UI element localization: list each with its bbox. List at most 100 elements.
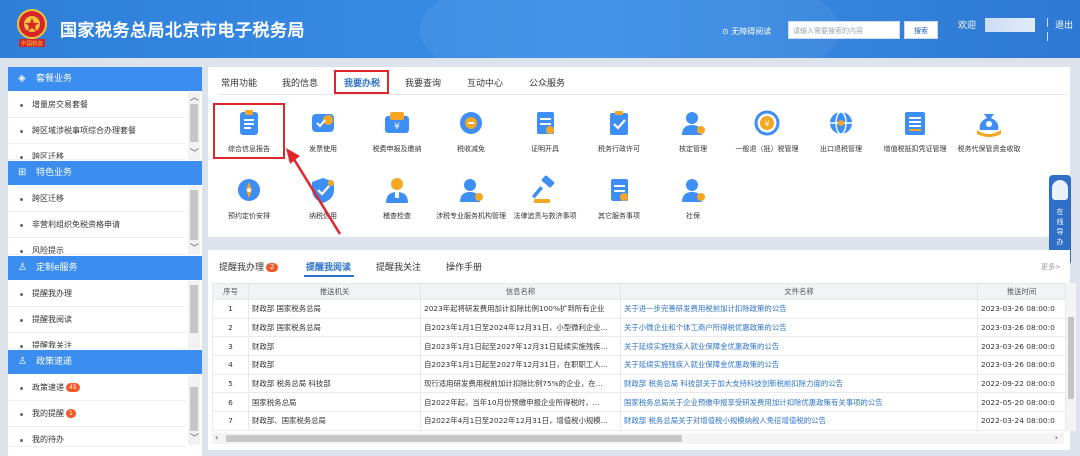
table-row[interactable]: 1 财政部 国家税务总局 2023年起将研发费用加计扣除比例100%扩到所有企业 关于…: [212, 299, 1066, 319]
sidebar-item[interactable]: 增量房交易套餐: [8, 92, 186, 118]
sidebar-item[interactable]: 跨区迁移: [8, 144, 186, 160]
func-other-services[interactable]: 其它服务事项: [582, 175, 656, 221]
sidebar-scrollbar[interactable]: ﹀: [188, 375, 200, 445]
header-separator: |: [1046, 18, 1050, 28]
cell-file-link[interactable]: 关于进一步完善研发费用税前加计扣除政策的公告: [620, 299, 978, 319]
sidebar-item[interactable]: 非营利组织免税资格申请: [8, 212, 186, 238]
sidebar-item[interactable]: 跨区域涉税事项综合办理套餐: [8, 118, 186, 144]
sidebar-section-title: 定制e服务: [36, 263, 78, 273]
invoice-icon: [905, 112, 925, 135]
sidebar-section-package[interactable]: ◈ 套餐业务: [8, 67, 202, 91]
scroll-down-icon[interactable]: ﹀: [190, 245, 199, 254]
tab-manual[interactable]: 操作手册: [446, 260, 482, 273]
func-pricing-arrangement[interactable]: 预约定价安排: [212, 175, 286, 221]
tab-public-service[interactable]: 公众服务: [529, 76, 565, 89]
logout-link[interactable]: 退出: [1055, 18, 1073, 31]
scroll-thumb[interactable]: [190, 285, 198, 333]
online-guide-label: 在线导办: [1056, 208, 1064, 246]
scroll-down-icon[interactable]: ﹀: [190, 150, 199, 159]
func-vat-deduction[interactable]: 增值税抵扣凭证管理: [878, 108, 952, 154]
tab-query[interactable]: 我要查询: [405, 76, 441, 89]
func-tax-declaration[interactable]: ¥ 税费申报及缴纳: [360, 108, 434, 154]
scroll-thumb[interactable]: [190, 104, 198, 142]
func-assessment[interactable]: 核定管理: [656, 108, 730, 154]
scroll-up-icon[interactable]: ︿: [190, 94, 199, 103]
sidebar-scrollbar[interactable]: ﹀: [188, 186, 200, 255]
col-header: 信息名称: [420, 283, 621, 300]
func-tax-reduction[interactable]: 税收减免: [434, 108, 508, 154]
more-link[interactable]: 更多>: [1041, 262, 1061, 272]
table-row[interactable]: 2 财政部 国家税务总局 自2023年1月1日至2024年12月31日，小型微利企业…: [212, 317, 1066, 338]
func-refund[interactable]: ¥ 一般退（抵）税管理: [730, 108, 804, 154]
sidebar-item[interactable]: 我的提醒 1: [8, 401, 186, 427]
table-row[interactable]: 6 国家税务总局 自2022年起，当年10月份预缴申报企业所得税时，... 国家税务总…: [212, 392, 1066, 413]
sidebar-item[interactable]: 风险提示: [8, 238, 186, 255]
sidebar-section-custom[interactable]: ♙ 定制e服务: [8, 256, 202, 280]
sidebar-item[interactable]: 我的待办: [8, 427, 186, 447]
cell-info: 现行适用研发费用税前加计扣除比例75%的企业，在...: [420, 373, 621, 394]
sidebar-item[interactable]: 跨区迁移: [8, 186, 186, 212]
sidebar-scrollbar[interactable]: ︿ ﹀: [188, 92, 200, 160]
search-button[interactable]: 搜索: [904, 21, 938, 39]
cell-file-link[interactable]: 关于延续实施残疾人就业保障金优惠政策的公告: [620, 355, 978, 375]
count-badge: 45: [66, 383, 80, 392]
scroll-left-icon[interactable]: ‹: [215, 433, 218, 442]
table-horizontal-scrollbar[interactable]: ‹ ›: [212, 433, 1064, 444]
cell-file-link[interactable]: 财政部 税务总局关于对增值税小规模纳税人免征增值税的公告: [620, 411, 978, 431]
search-input[interactable]: 请输入需要搜索的内容: [788, 21, 900, 39]
cell-file-link[interactable]: 关于小微企业和个体工商户所得税优惠政策的公告: [620, 317, 978, 338]
sidebar-item[interactable]: 提醒我办理: [8, 281, 186, 307]
cell-info: 自2023年1月1日至2024年12月31日，小型微利企业...: [420, 317, 621, 338]
cell-time: 2023-03-26 08:00:0: [977, 317, 1066, 338]
func-admin-permit[interactable]: 税务行政许可: [582, 108, 656, 154]
table-row[interactable]: 7 财政部、国家税务总局 自2022年4月1日至2022年12月31日，增值税小规模…: [212, 411, 1066, 431]
table-row[interactable]: 4 财政部 自2023年1月1日起至2027年12月31日，在职职工人... 关于延续…: [212, 355, 1066, 375]
func-export-refund[interactable]: 出口退税管理: [804, 108, 878, 154]
sidebar-section-title: 政策速递: [36, 357, 73, 367]
clipboard-check-icon: [610, 111, 628, 135]
sidebar-section-policy[interactable]: ♙ 政策速递: [8, 350, 202, 374]
scroll-thumb[interactable]: [190, 190, 198, 240]
scroll-thumb[interactable]: [226, 435, 682, 442]
sidebar-item-label: 政策速递: [32, 383, 64, 392]
func-custody-funds[interactable]: 税务代保管资金收取: [952, 108, 1026, 154]
header-separator: |: [1046, 32, 1050, 42]
table-row[interactable]: 5 财政部 税务总局 科技部 现行适用研发费用税前加计扣除比例75%的企业，在...…: [212, 373, 1066, 394]
cell-file-link[interactable]: 关于延续实施残疾人就业保障金优惠政策的公告: [620, 336, 978, 357]
sidebar-item[interactable]: 提醒我关注: [8, 333, 186, 349]
accessibility-link[interactable]: ⊙ 无障碍阅读: [722, 26, 771, 37]
cell-file-link[interactable]: 国家税务总局关于企业预缴申报享受研发费用加计扣除优惠政策有关事项的公告: [620, 392, 978, 413]
gavel-icon: [531, 175, 555, 203]
tab-interaction[interactable]: 互动中心: [467, 76, 503, 89]
sidebar-section-special[interactable]: ⊞ 特色业务: [8, 161, 202, 185]
tab-remind-follow[interactable]: 提醒我关注: [376, 260, 421, 273]
tab-divider: [218, 94, 1068, 95]
table-row[interactable]: 3 财政部 自2023年1月1日起至2027年12月31日延续实施残疾... 关于延续…: [212, 336, 1066, 357]
tab-remind-handle[interactable]: 提醒我办理 2: [219, 260, 279, 273]
sidebar-scrollbar[interactable]: [188, 281, 200, 349]
scroll-thumb[interactable]: [190, 387, 198, 431]
cell-file-link[interactable]: 财政部 税务总局 科技部关于加大支持科技创新税前扣除力度的公告: [620, 373, 978, 394]
func-legal-remedy[interactable]: 法律追责与救济事项: [508, 175, 582, 221]
sidebar-item[interactable]: 提醒我阅读: [8, 307, 186, 333]
func-certificate[interactable]: 证明开具: [508, 108, 582, 154]
sidebar-item[interactable]: 政策速递 45: [8, 375, 186, 401]
cell-agency: 财政部 税务总局 科技部: [248, 373, 421, 394]
user-icon: ♙: [18, 356, 27, 367]
func-social-security[interactable]: 社保: [656, 175, 730, 221]
func-inspection[interactable]: 稽查检查: [360, 175, 434, 221]
national-emblem-icon: 中国税务: [17, 9, 47, 48]
tab-my-info[interactable]: 我的信息: [282, 76, 318, 89]
tab-remind-read[interactable]: 提醒我阅读: [306, 260, 351, 273]
tab-common[interactable]: 常用功能: [221, 76, 257, 89]
cell-index: 2: [212, 317, 249, 338]
func-professional-service[interactable]: 涉税专业服务机构管理: [434, 175, 508, 221]
table-vertical-scrollbar[interactable]: [1066, 283, 1076, 431]
cell-index: 3: [212, 336, 249, 357]
cell-index: 7: [212, 411, 249, 431]
scroll-thumb[interactable]: [1068, 317, 1074, 399]
func-label: 稽查检查: [383, 212, 411, 220]
scroll-right-icon[interactable]: ›: [1055, 433, 1058, 442]
func-highlight-box: [213, 103, 285, 159]
scroll-down-icon[interactable]: ﹀: [190, 435, 199, 444]
